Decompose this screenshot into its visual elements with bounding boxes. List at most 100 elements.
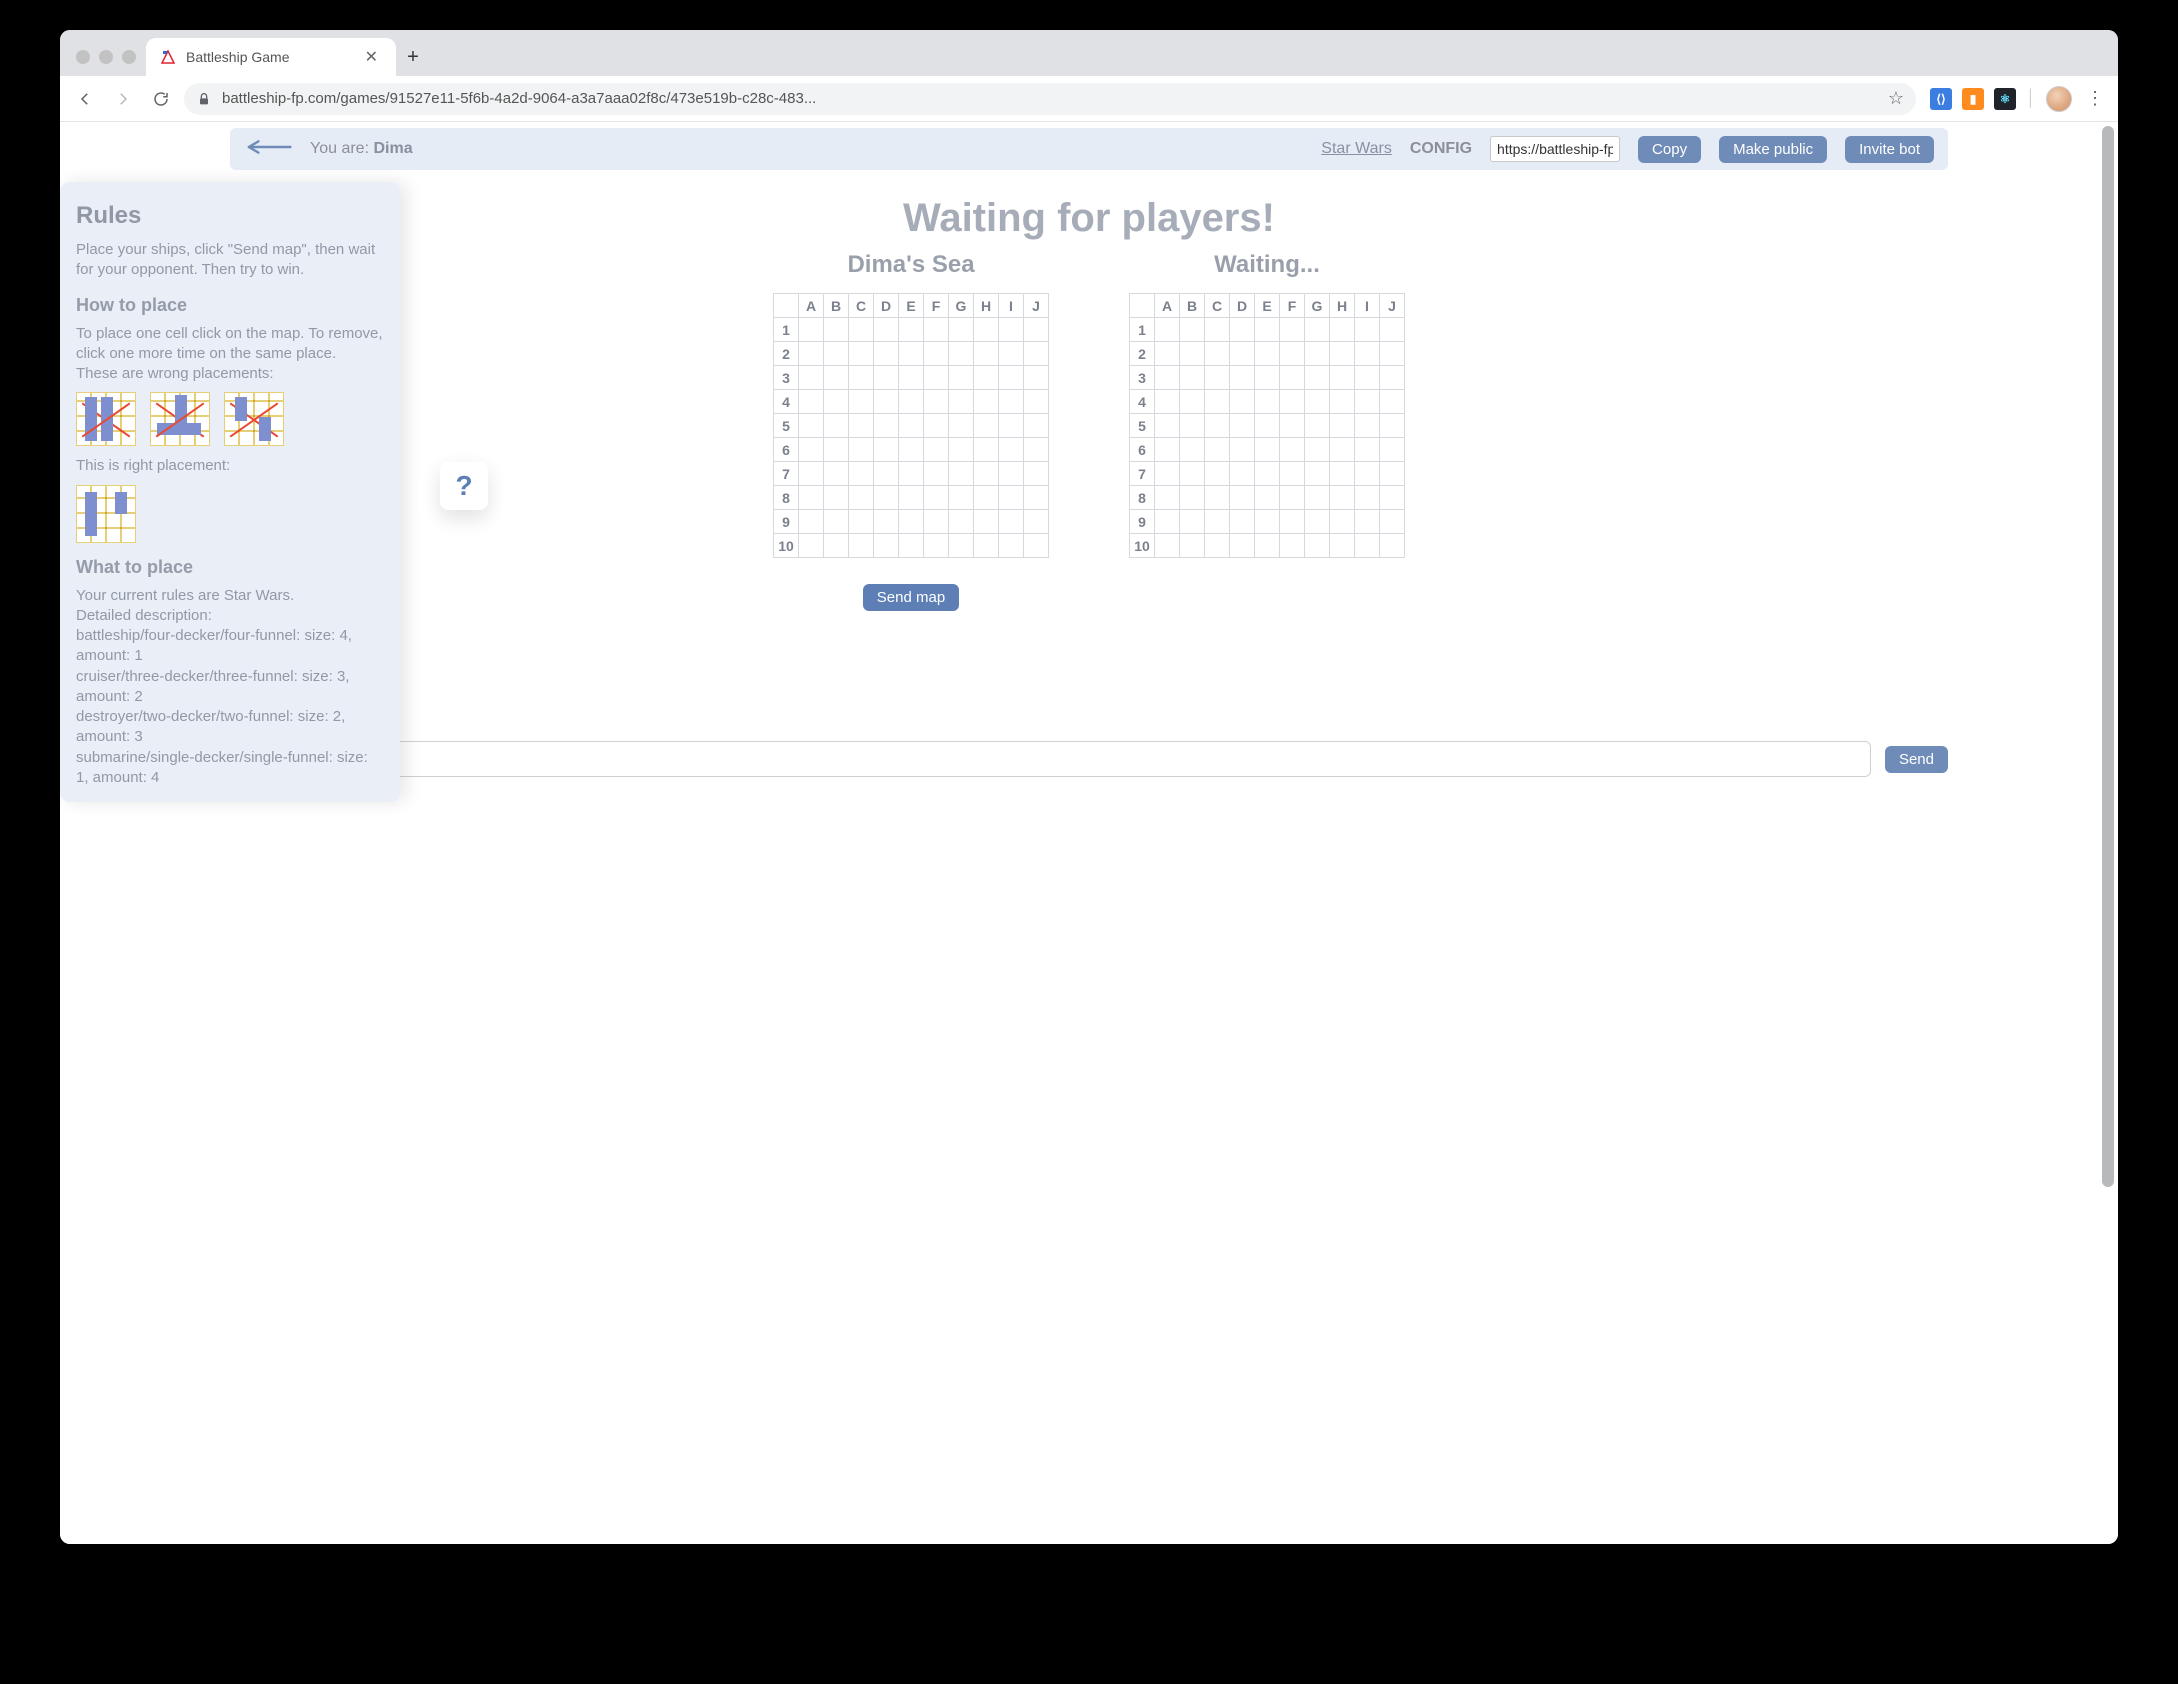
ruleset-link[interactable]: Star Wars [1321, 140, 1392, 158]
grid-cell[interactable] [799, 462, 824, 486]
grid-cell[interactable] [1305, 486, 1330, 510]
grid-cell[interactable] [1355, 438, 1380, 462]
grid-cell[interactable] [1155, 318, 1180, 342]
grid-cell[interactable] [1305, 534, 1330, 558]
grid-cell[interactable] [824, 342, 849, 366]
grid-cell[interactable] [1155, 486, 1180, 510]
grid-cell[interactable] [874, 486, 899, 510]
grid-cell[interactable] [824, 486, 849, 510]
grid-cell[interactable] [849, 342, 874, 366]
grid-cell[interactable] [899, 318, 924, 342]
grid-cell[interactable] [824, 534, 849, 558]
grid-cell[interactable] [1330, 438, 1355, 462]
grid-cell[interactable] [1255, 438, 1280, 462]
grid-cell[interactable] [974, 438, 999, 462]
grid-cell[interactable] [1355, 462, 1380, 486]
grid-cell[interactable] [1255, 318, 1280, 342]
grid-cell[interactable] [1305, 366, 1330, 390]
help-button[interactable]: ? [440, 462, 488, 510]
grid-cell[interactable] [874, 390, 899, 414]
send-map-button[interactable]: Send map [863, 584, 959, 611]
grid-cell[interactable] [874, 462, 899, 486]
grid-cell[interactable] [824, 318, 849, 342]
grid-cell[interactable] [799, 486, 824, 510]
grid-cell[interactable] [1024, 438, 1049, 462]
grid-cell[interactable] [1180, 366, 1205, 390]
grid-cell[interactable] [949, 342, 974, 366]
grid-cell[interactable] [824, 390, 849, 414]
grid-cell[interactable] [1180, 462, 1205, 486]
grid-cell[interactable] [1380, 414, 1405, 438]
grid-cell[interactable] [1205, 366, 1230, 390]
grid-cell[interactable] [1255, 510, 1280, 534]
nav-back-button[interactable] [70, 84, 100, 114]
grid-cell[interactable] [1230, 414, 1255, 438]
grid-cell[interactable] [1305, 438, 1330, 462]
grid-cell[interactable] [924, 438, 949, 462]
grid-cell[interactable] [1355, 414, 1380, 438]
grid-cell[interactable] [874, 342, 899, 366]
grid-cell[interactable] [899, 414, 924, 438]
grid-cell[interactable] [799, 534, 824, 558]
grid-cell[interactable] [1024, 366, 1049, 390]
grid-cell[interactable] [974, 414, 999, 438]
invite-bot-button[interactable]: Invite bot [1845, 136, 1934, 163]
grid-cell[interactable] [799, 318, 824, 342]
grid-cell[interactable] [1355, 342, 1380, 366]
grid-cell[interactable] [924, 414, 949, 438]
grid-cell[interactable] [1180, 342, 1205, 366]
grid-cell[interactable] [949, 438, 974, 462]
grid-cell[interactable] [1380, 438, 1405, 462]
grid-cell[interactable] [824, 366, 849, 390]
grid-cell[interactable] [1380, 342, 1405, 366]
grid-cell[interactable] [899, 342, 924, 366]
window-close-icon[interactable] [76, 50, 90, 64]
grid-cell[interactable] [1280, 438, 1305, 462]
grid-cell[interactable] [974, 318, 999, 342]
back-arrow-icon[interactable] [244, 136, 292, 163]
grid-cell[interactable] [1305, 462, 1330, 486]
copy-button[interactable]: Copy [1638, 136, 1701, 163]
grid-cell[interactable] [924, 318, 949, 342]
grid-cell[interactable] [949, 318, 974, 342]
grid-cell[interactable] [1155, 414, 1180, 438]
grid-cell[interactable] [1205, 510, 1230, 534]
grid-cell[interactable] [849, 486, 874, 510]
grid-cell[interactable] [999, 390, 1024, 414]
grid-cell[interactable] [899, 534, 924, 558]
grid-cell[interactable] [1330, 486, 1355, 510]
grid-cell[interactable] [1305, 390, 1330, 414]
chat-input[interactable] [230, 741, 1871, 777]
grid-cell[interactable] [999, 462, 1024, 486]
grid-cell[interactable] [1255, 366, 1280, 390]
grid-cell[interactable] [1355, 486, 1380, 510]
grid-cell[interactable] [1280, 414, 1305, 438]
grid-cell[interactable] [949, 486, 974, 510]
grid-cell[interactable] [1155, 438, 1180, 462]
grid-cell[interactable] [1230, 486, 1255, 510]
grid-cell[interactable] [1205, 486, 1230, 510]
grid-cell[interactable] [874, 414, 899, 438]
grid-cell[interactable] [1230, 510, 1255, 534]
opponent-grid[interactable]: ABCDEFGHIJ12345678910 [1129, 293, 1405, 558]
grid-cell[interactable] [1180, 318, 1205, 342]
grid-cell[interactable] [1380, 366, 1405, 390]
grid-cell[interactable] [1180, 534, 1205, 558]
nav-forward-button[interactable] [108, 84, 138, 114]
grid-cell[interactable] [1205, 438, 1230, 462]
grid-cell[interactable] [899, 510, 924, 534]
grid-cell[interactable] [1255, 414, 1280, 438]
grid-cell[interactable] [1155, 462, 1180, 486]
grid-cell[interactable] [1155, 534, 1180, 558]
grid-cell[interactable] [1024, 390, 1049, 414]
grid-cell[interactable] [924, 366, 949, 390]
grid-cell[interactable] [1255, 486, 1280, 510]
grid-cell[interactable] [1280, 342, 1305, 366]
grid-cell[interactable] [1180, 438, 1205, 462]
grid-cell[interactable] [799, 342, 824, 366]
grid-cell[interactable] [849, 318, 874, 342]
grid-cell[interactable] [1205, 390, 1230, 414]
browser-tab[interactable]: Battleship Game ✕ [146, 38, 396, 76]
grid-cell[interactable] [849, 534, 874, 558]
grid-cell[interactable] [1280, 462, 1305, 486]
